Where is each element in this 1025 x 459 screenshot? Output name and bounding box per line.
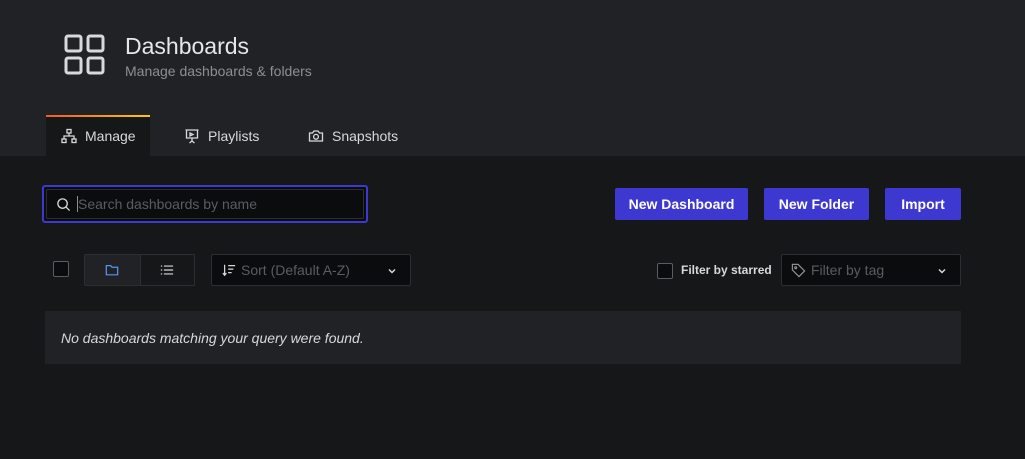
sort-select-placeholder: Sort (Default A-Z): [241, 262, 350, 278]
new-dashboard-button[interactable]: New Dashboard: [615, 188, 748, 220]
view-toggle: [84, 254, 195, 286]
camera-icon: [308, 129, 324, 142]
list-view-button[interactable]: [139, 255, 195, 285]
search-input[interactable]: [77, 196, 357, 212]
tag-icon: [791, 263, 806, 277]
sitemap-icon: [61, 128, 77, 143]
page-subtitle: Manage dashboards & folders: [125, 63, 312, 79]
apps-grid-icon: [64, 34, 105, 75]
folder-view-button[interactable]: [85, 255, 140, 285]
empty-results-message: No dashboards matching your query were f…: [45, 311, 961, 364]
sort-amount-down-icon: [222, 264, 236, 277]
list-icon: [161, 265, 174, 275]
tab-snapshots[interactable]: Snapshots: [308, 115, 398, 156]
sort-select[interactable]: Sort (Default A-Z): [211, 254, 411, 286]
chevron-down-icon: [938, 268, 946, 274]
search-icon: [57, 197, 71, 211]
tab-label: Manage: [85, 127, 136, 144]
chevron-down-icon: [388, 268, 396, 274]
tag-filter-placeholder: Filter by tag: [811, 262, 885, 278]
tab-label: Snapshots: [332, 127, 399, 144]
page-header: Dashboards Manage dashboards & folders M…: [0, 0, 1025, 156]
folder-icon: [105, 265, 119, 276]
page-title: Dashboards: [125, 33, 250, 59]
search-field: [46, 189, 364, 219]
starred-filter-checkbox[interactable]: [657, 263, 673, 279]
tab-manage[interactable]: Manage: [46, 115, 150, 156]
starred-filter-label[interactable]: Filter by starred: [681, 263, 772, 277]
import-button[interactable]: Import: [885, 188, 961, 220]
tab-label: Playlists: [208, 127, 260, 144]
select-all-checkbox[interactable]: [53, 261, 69, 277]
tag-filter-select[interactable]: Filter by tag: [781, 254, 961, 286]
presentation-icon: [185, 128, 199, 144]
tab-playlists[interactable]: Playlists: [184, 115, 259, 156]
new-folder-button[interactable]: New Folder: [764, 188, 869, 220]
search-box: [42, 185, 368, 223]
